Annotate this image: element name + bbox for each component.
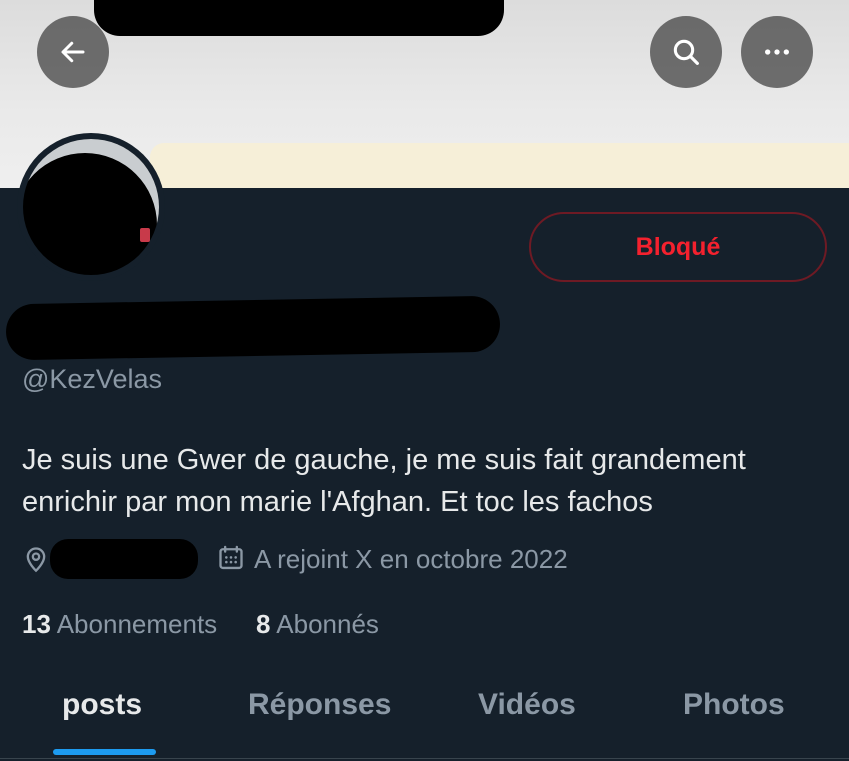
arrow-left-icon — [61, 41, 85, 63]
profile-handle: @KezVelas — [22, 364, 162, 394]
tab-replies[interactable]: Réponses — [248, 688, 391, 722]
blocked-button[interactable]: Bloqué — [529, 212, 827, 282]
redaction-display-name — [5, 295, 501, 361]
redaction-location — [50, 539, 198, 579]
active-tab-indicator — [53, 749, 156, 755]
calendar-icon — [219, 545, 243, 570]
following-label: Abonnements — [56, 609, 218, 639]
following-count: 13 — [22, 609, 51, 639]
more-horizontal-icon — [765, 49, 789, 55]
tab-photos[interactable]: Photos — [683, 688, 785, 722]
search-button[interactable] — [650, 16, 722, 88]
search-icon — [673, 39, 699, 65]
joined-date: A rejoint X en octobre 2022 — [254, 544, 568, 574]
avatar-image-redacted — [23, 139, 159, 275]
followers-link[interactable]: 8 Abonnés — [256, 609, 379, 640]
tab-videos[interactable]: Vidéos — [478, 688, 576, 722]
tabs-divider — [0, 758, 849, 759]
following-link[interactable]: 13 Abonnements — [22, 609, 217, 640]
redaction-top — [94, 0, 504, 36]
avatar[interactable] — [17, 133, 165, 281]
profile-bio: Je suis une Gwer de gauche, je me suis f… — [22, 444, 746, 518]
followers-count: 8 — [256, 609, 271, 639]
tab-posts[interactable]: posts — [62, 688, 142, 722]
back-button[interactable] — [37, 16, 109, 88]
followers-label: Abonnés — [276, 609, 379, 639]
more-options-button[interactable] — [741, 16, 813, 88]
location-icon — [26, 547, 46, 573]
banner-card — [150, 143, 849, 188]
avatar-edge-mark — [140, 228, 150, 242]
